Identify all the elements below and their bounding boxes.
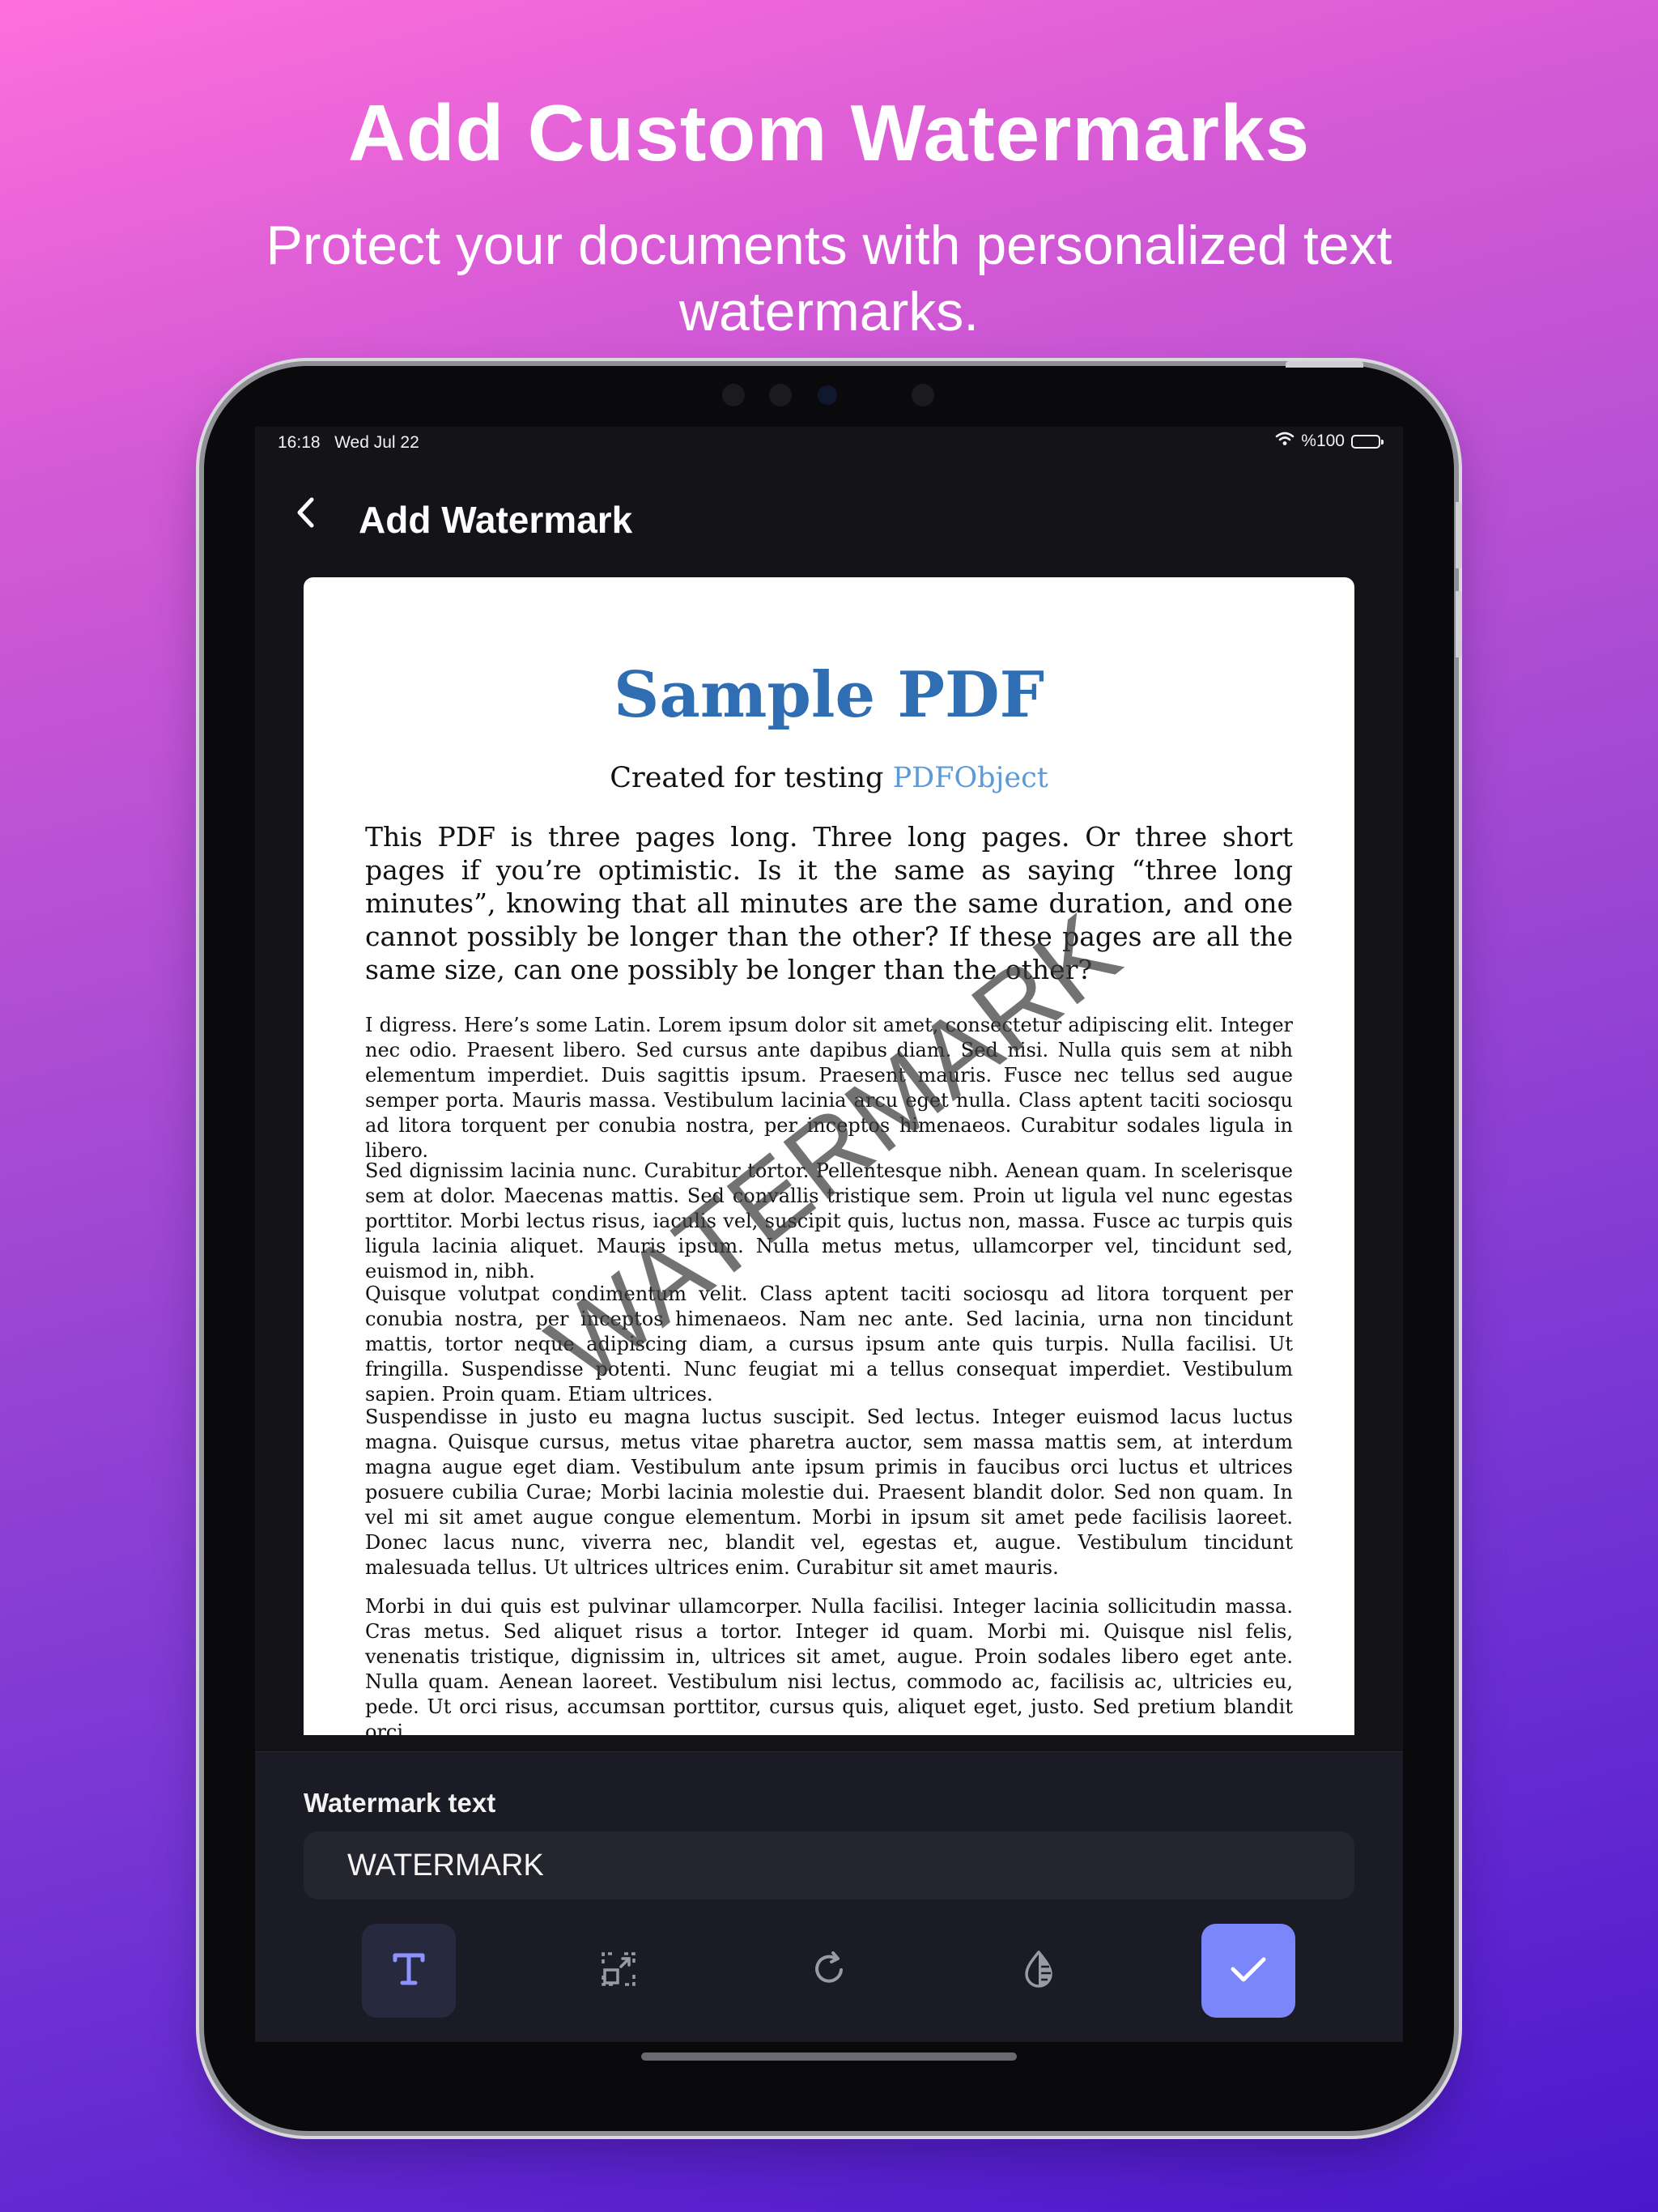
pdf-paragraph: Sed dignissim lacinia nunc. Curabitur to… (365, 1159, 1293, 1283)
watermark-text-label: Watermark text (304, 1788, 496, 1818)
confirm-button[interactable] (1201, 1924, 1295, 2018)
front-camera (912, 384, 934, 406)
pdf-page: Sample PDF Created for testing PDFObject… (304, 577, 1354, 1735)
status-bar: 16:18 Wed Jul 22 %100 (255, 427, 1403, 464)
pdf-subtitle: Created for testing PDFObject (304, 762, 1354, 794)
pdf-paragraph: Suspendisse in justo eu magna luctus sus… (365, 1406, 1293, 1579)
front-camera (722, 384, 745, 406)
watermark-settings-panel: Watermark text (255, 1751, 1403, 2042)
nav-bar: Add Watermark (255, 464, 1403, 577)
pdf-paragraph: I digress. Here’s some Latin. Lorem ipsu… (365, 1014, 1293, 1162)
opacity-tool-button[interactable] (992, 1924, 1086, 2018)
pdf-paragraph: Quisque volutpat condimentum velit. Clas… (365, 1283, 1293, 1406)
text-tool-button[interactable] (362, 1924, 456, 2018)
status-clock: 16:18 (278, 433, 321, 452)
pdf-title: Sample PDF (613, 658, 1045, 732)
tablet-volume-up-button (1456, 502, 1462, 568)
rotate-icon (809, 1949, 849, 1993)
pdf-subtitle-link: PDFObject (892, 762, 1048, 794)
battery-icon (1351, 434, 1384, 449)
chevron-left-icon (295, 496, 315, 533)
promo-subhead: Protect your documents with personalized… (266, 215, 1392, 342)
status-date: Wed Jul 22 (334, 433, 419, 452)
wifi-icon (1275, 432, 1295, 451)
checkmark-icon (1228, 1953, 1269, 1989)
promo-headline: Add Custom Watermarks (347, 88, 1311, 177)
pdf-paragraph: Morbi in dui quis est pulvinar ullamcorp… (365, 1595, 1293, 1735)
resize-icon (600, 1950, 637, 1992)
tablet-volume-down-button (1456, 591, 1462, 657)
status-right: %100 (1275, 432, 1384, 451)
status-time: 16:18 Wed Jul 22 (278, 433, 419, 453)
rotate-tool-button[interactable] (782, 1924, 876, 2018)
tablet-screen: 16:18 Wed Jul 22 %100 Add Watermark Samp… (255, 427, 1403, 2042)
opacity-icon (1020, 1949, 1057, 1993)
front-sensor (818, 385, 837, 405)
battery-percentage: %100 (1301, 432, 1345, 450)
pdf-subtitle-text: Created for testing (610, 762, 893, 794)
watermark-text-input[interactable] (304, 1831, 1354, 1899)
home-indicator[interactable] (641, 2052, 1017, 2061)
back-button[interactable] (287, 496, 323, 532)
pdf-intro-paragraph: This PDF is three pages long. Three long… (365, 821, 1293, 985)
front-camera (769, 384, 792, 406)
page-title: Add Watermark (359, 499, 633, 541)
resize-tool-button[interactable] (572, 1924, 665, 2018)
text-icon (390, 1950, 427, 1992)
tablet-top-button (1286, 361, 1363, 368)
document-preview[interactable]: Sample PDF Created for testing PDFObject… (255, 577, 1403, 1735)
